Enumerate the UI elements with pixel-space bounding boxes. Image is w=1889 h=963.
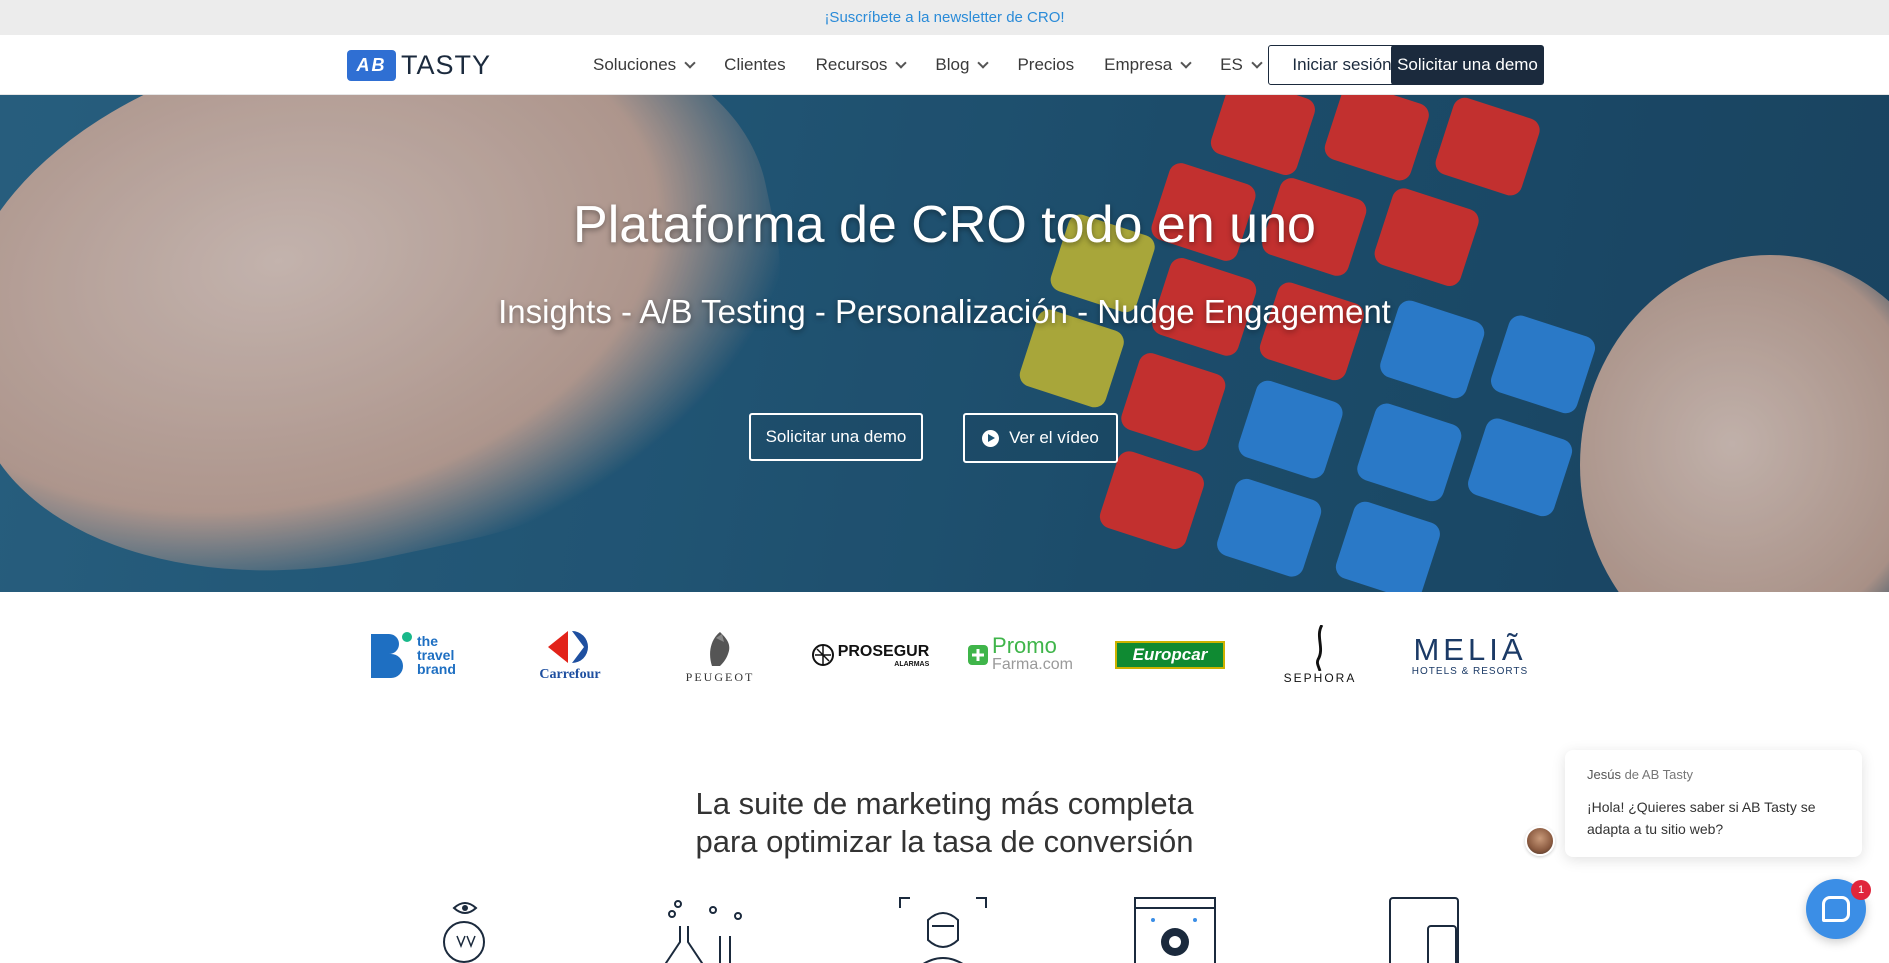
prosegur-text: PROSEGUR [837, 642, 930, 660]
chat-sender-name: Jesús [1587, 767, 1621, 782]
peugeot-logo: PEUGEOT [660, 625, 780, 685]
chevron-down-icon [895, 56, 908, 69]
nav-item-label: Soluciones [593, 55, 677, 74]
chevron-down-icon [977, 56, 990, 69]
promofarma-text: Promo [992, 633, 1057, 658]
chat-bubble-icon [1822, 896, 1850, 922]
promofarma-logo: Promo Farma.com [960, 625, 1080, 685]
carrefour-text: Carrefour [539, 667, 601, 682]
unread-badge: 1 [1851, 880, 1871, 900]
nav-item-soluciones[interactable]: Soluciones [593, 55, 696, 75]
personalization-face-icon [899, 897, 987, 963]
logo-mark: AB [347, 49, 396, 81]
language-label: ES [1220, 55, 1243, 74]
nav-item-empresa[interactable]: Empresa [1104, 55, 1192, 75]
request-demo-button[interactable]: Solicitar una demo [1391, 45, 1544, 85]
nav-item-clientes[interactable]: Clientes [724, 55, 785, 75]
language-selector[interactable]: ES [1220, 55, 1263, 75]
nav-item-label: Clientes [724, 55, 786, 74]
client-logos: the travel brand Carrefour PEUGEOT PROSE… [360, 620, 1530, 690]
promofarma-subtext: Farma.com [992, 656, 1073, 673]
europcar-logo: Europcar [1110, 625, 1230, 685]
melia-logo: MELIÃ HOTELS & RESORTS [1410, 625, 1530, 685]
sephora-logo: SEPHORA [1260, 625, 1380, 685]
nav-item-recursos[interactable]: Recursos [815, 55, 908, 75]
main-nav: AB TASTY Soluciones Clientes Recursos Bl… [0, 35, 1889, 95]
chevron-down-icon [1180, 56, 1192, 69]
ab-tasty-logo[interactable]: AB TASTY [347, 49, 491, 81]
settings-gear-window-icon [1134, 897, 1216, 963]
lab-flask-icon [664, 900, 742, 963]
travel-brand-text: the travel brand [417, 633, 456, 677]
europcar-text: Europcar [1132, 645, 1208, 664]
devices-icon [1389, 897, 1459, 963]
nav-menu: Soluciones Clientes Recursos Blog Precio… [593, 35, 1291, 95]
prosegur-subtext: ALARMAS [894, 660, 930, 668]
nav-item-precios[interactable]: Precios [1017, 55, 1074, 75]
insights-eye-icon [443, 902, 485, 963]
watch-video-button[interactable]: Ver el vídeo [963, 413, 1118, 463]
hero-request-demo-button[interactable]: Solicitar una demo [749, 413, 923, 461]
nav-item-label: Precios [1017, 55, 1075, 74]
nav-item-label: Blog [935, 55, 970, 74]
carrefour-logo: Carrefour [510, 625, 630, 685]
the-travel-brand-logo: the travel brand [360, 625, 480, 685]
agent-avatar [1525, 826, 1555, 856]
prosegur-logo: PROSEGUR ALARMAS [810, 625, 930, 685]
feature-icons-row [0, 896, 1889, 963]
play-icon [982, 429, 1000, 447]
hero-banner: Plataforma de CRO todo en uno Insights -… [0, 95, 1889, 592]
melia-text: MELIÃ [1413, 631, 1527, 667]
chat-sender-company: de AB Tasty [1620, 767, 1693, 782]
chevron-down-icon [1251, 56, 1263, 69]
nav-item-label: Empresa [1104, 55, 1173, 74]
newsletter-bar: ¡Suscríbete a la newsletter de CRO! [0, 0, 1889, 35]
newsletter-link[interactable]: ¡Suscríbete a la newsletter de CRO! [824, 9, 1064, 26]
hero-subtitle: Insights - A/B Testing - Personalización… [498, 293, 1391, 330]
nav-item-label: Recursos [815, 55, 888, 74]
hero-title: Plataforma de CRO todo en uno [573, 196, 1316, 254]
nav-item-blog[interactable]: Blog [935, 55, 990, 75]
melia-subtext: HOTELS & RESORTS [1411, 665, 1529, 677]
chat-message-bubble[interactable]: Jesús de AB Tasty ¡Hola! ¿Quieres saber … [1565, 750, 1862, 857]
watch-video-label: Ver el vídeo [1009, 428, 1099, 447]
chat-message-text: ¡Hola! ¿Quieres saber si AB Tasty se ada… [1587, 799, 1816, 837]
chevron-down-icon [684, 56, 696, 69]
logo-text: TASTY [401, 49, 492, 80]
peugeot-text: PEUGEOT [685, 669, 755, 684]
chat-sender: Jesús de AB Tasty [1587, 767, 1840, 782]
sephora-text: SEPHORA [1283, 671, 1357, 685]
